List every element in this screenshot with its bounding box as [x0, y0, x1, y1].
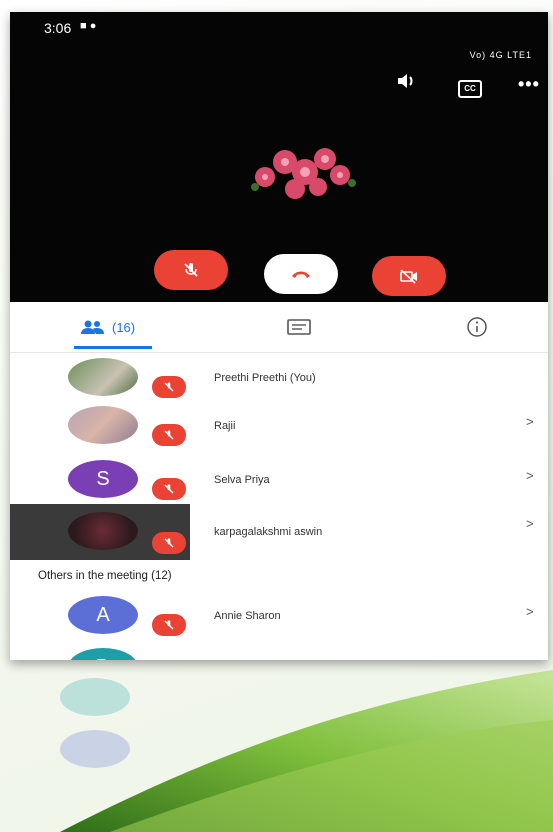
avatar [68, 406, 138, 444]
avatar: S [68, 460, 138, 498]
chevron-right-icon[interactable]: > [526, 604, 534, 619]
participant-row[interactable]: S Selva Priya > [10, 456, 548, 506]
participant-tabs: (16) [10, 302, 548, 353]
avatar [68, 358, 138, 396]
mic-off-badge [152, 424, 186, 446]
mic-off-icon [164, 484, 174, 494]
chevron-right-icon[interactable]: > [526, 516, 534, 531]
people-icon [81, 320, 104, 334]
phone-screen: 3:06 ■ ● Vo) 4G LTE1 CC ••• (16) Preethi… [10, 12, 548, 660]
people-count: (16) [112, 319, 136, 335]
avatar-letter: S [96, 468, 110, 490]
avatar-letter: A [96, 604, 110, 626]
mic-off-icon [164, 382, 174, 392]
screen-reflection [60, 668, 380, 778]
mute-mic-button[interactable] [154, 250, 228, 290]
participant-name: Preethi Preethi (You) [214, 372, 316, 384]
status-time: 3:06 [44, 20, 72, 36]
mic-off-icon [164, 620, 174, 630]
tab-chat[interactable] [286, 312, 312, 342]
chevron-right-icon[interactable]: > [526, 414, 534, 429]
participant-flower-image [240, 137, 370, 212]
participant-row[interactable]: D [10, 644, 548, 660]
mic-off-icon [184, 263, 198, 277]
others-section-label: Others in the meeting (12) [38, 570, 172, 582]
speaker-icon[interactable] [396, 72, 416, 95]
mic-off-badge [152, 532, 186, 554]
chat-icon [287, 319, 311, 335]
participant-row[interactable]: A Annie Sharon > [10, 592, 548, 642]
end-call-button[interactable] [264, 254, 338, 294]
active-tab-indicator [74, 346, 152, 349]
more-options-icon[interactable]: ••• [518, 74, 540, 95]
participant-row[interactable]: karpagalakshmi aswin > [10, 504, 548, 560]
avatar: D [68, 648, 138, 660]
mic-off-badge [152, 478, 186, 500]
participant-name: karpagalakshmi aswin [214, 526, 323, 538]
call-video-area: 3:06 ■ ● Vo) 4G LTE1 CC ••• [10, 12, 548, 302]
participant-row[interactable]: Rajii > [10, 402, 548, 452]
status-indicators: Vo) 4G LTE1 [469, 50, 532, 60]
mic-off-badge [152, 376, 186, 398]
avatar-letter: D [68, 648, 138, 660]
status-notification-icons: ■ ● [80, 20, 97, 32]
mic-off-icon [164, 430, 174, 440]
participant-name: Annie Sharon [214, 610, 281, 622]
mic-off-icon [164, 538, 174, 548]
chevron-right-icon[interactable]: > [526, 468, 534, 483]
captions-icon[interactable]: CC [458, 80, 482, 98]
tab-info[interactable] [466, 312, 488, 342]
video-off-icon [400, 269, 417, 284]
hang-up-icon [292, 271, 310, 278]
participant-name: Rajii [214, 420, 236, 432]
camera-off-button[interactable] [372, 256, 446, 296]
participant-row[interactable]: Preethi Preethi (You) [10, 354, 548, 404]
participant-list: Preethi Preethi (You) Rajii > S Selva Pr… [10, 352, 548, 660]
avatar [68, 512, 138, 550]
info-icon [467, 317, 487, 337]
participant-name: Selva Priya [214, 474, 270, 486]
avatar: A [68, 596, 138, 634]
mic-off-badge [152, 614, 186, 636]
tab-people[interactable]: (16) [80, 312, 135, 342]
